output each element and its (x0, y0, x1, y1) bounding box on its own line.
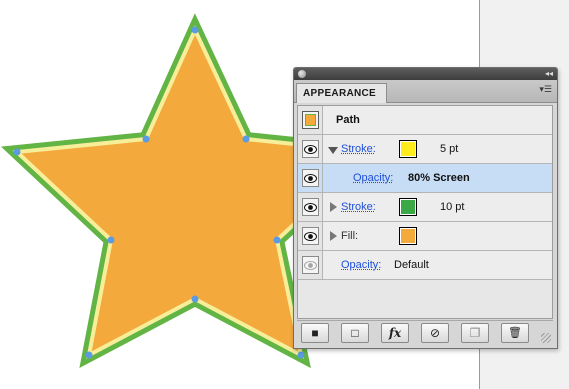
duplicate-item-button[interactable]: ❐ (461, 323, 489, 343)
delete-item-button[interactable]: 🗑 (501, 323, 529, 343)
row-stroke-1[interactable]: Stroke: 5 pt (298, 135, 552, 164)
stroke-swatch-green[interactable] (399, 198, 417, 216)
row-path-label: Path (336, 114, 360, 126)
path-thumb-cell (298, 106, 323, 134)
path-thumbnail-icon (302, 111, 319, 129)
filled-square-icon: ■ (311, 326, 319, 340)
fx-icon: fx (388, 326, 402, 340)
clear-icon: ⊘ (429, 326, 441, 340)
tab-appearance[interactable]: APPEARANCE (296, 83, 388, 103)
trash-icon: 🗑 (508, 327, 522, 339)
fill-swatch-orange[interactable] (399, 227, 417, 245)
resize-grip[interactable] (541, 333, 551, 343)
row-opacity-selected[interactable]: Opacity: 80% Screen (298, 164, 552, 193)
collapse-icon[interactable]: ◂◂ (545, 68, 553, 80)
clear-appearance-button[interactable]: ⊘ (421, 323, 449, 343)
visibility-cell (298, 222, 323, 250)
eye-icon[interactable] (302, 140, 319, 158)
anchor-point[interactable] (297, 351, 305, 359)
opacity-value: 80% Screen (408, 172, 470, 184)
close-icon[interactable] (298, 70, 306, 78)
new-art-no-appearance-button[interactable]: □ (341, 323, 369, 343)
visibility-cell (298, 251, 323, 279)
add-effect-button[interactable]: fx (381, 323, 409, 343)
row-opacity-default[interactable]: Opacity: Default (298, 251, 552, 280)
panel-menu-icon[interactable]: ▾☰ (539, 83, 552, 97)
panel-tab-row: APPEARANCE ▾☰ (294, 80, 557, 103)
anchor-point[interactable] (191, 295, 199, 303)
stroke-weight-value: 5 pt (440, 143, 459, 155)
anchor-point[interactable] (13, 148, 21, 156)
collapsed-triangle-icon[interactable] (330, 202, 337, 212)
panel-bottom-toolbar: ■ □ fx ⊘ ❐ 🗑 (297, 320, 553, 345)
opacity-link[interactable]: Opacity: (341, 251, 381, 279)
opacity-default-value: Default (394, 259, 429, 271)
panel-titlebar[interactable]: ◂◂ (294, 68, 557, 80)
stroke-link[interactable]: Stroke: (341, 135, 376, 163)
row-fill[interactable]: Fill: (298, 222, 552, 251)
stroke-swatch-yellow[interactable] (399, 140, 417, 158)
collapsed-triangle-icon[interactable] (330, 231, 337, 241)
visibility-cell (298, 164, 323, 192)
anchor-point[interactable] (107, 236, 115, 244)
empty-square-icon: □ (351, 326, 359, 340)
fill-label[interactable]: Fill: (341, 222, 358, 250)
anchor-point[interactable] (142, 135, 150, 143)
appearance-list: Path Stroke: 5 pt Opacity: 80% Screen St… (297, 105, 553, 319)
anchor-point[interactable] (191, 26, 199, 34)
expanded-triangle-icon[interactable] (328, 147, 338, 154)
row-stroke-2[interactable]: Stroke: 10 pt (298, 193, 552, 222)
stroke-weight-value: 10 pt (440, 201, 465, 213)
anchor-point[interactable] (273, 236, 281, 244)
eye-icon[interactable] (302, 227, 319, 245)
opacity-link[interactable]: Opacity: (353, 164, 393, 192)
visibility-cell (298, 135, 323, 163)
appearance-panel: ◂◂ APPEARANCE ▾☰ Path Stroke: 5 pt Opaci… (293, 67, 558, 349)
stroke-link[interactable]: Stroke: (341, 193, 376, 221)
duplicate-icon: ❐ (469, 326, 481, 340)
anchor-point[interactable] (242, 135, 250, 143)
eye-icon[interactable] (302, 256, 319, 274)
anchor-point[interactable] (85, 351, 93, 359)
row-path[interactable]: Path (298, 106, 552, 135)
eye-icon[interactable] (302, 198, 319, 216)
new-art-basic-appearance-button[interactable]: ■ (301, 323, 329, 343)
visibility-cell (298, 193, 323, 221)
eye-icon[interactable] (302, 169, 319, 187)
